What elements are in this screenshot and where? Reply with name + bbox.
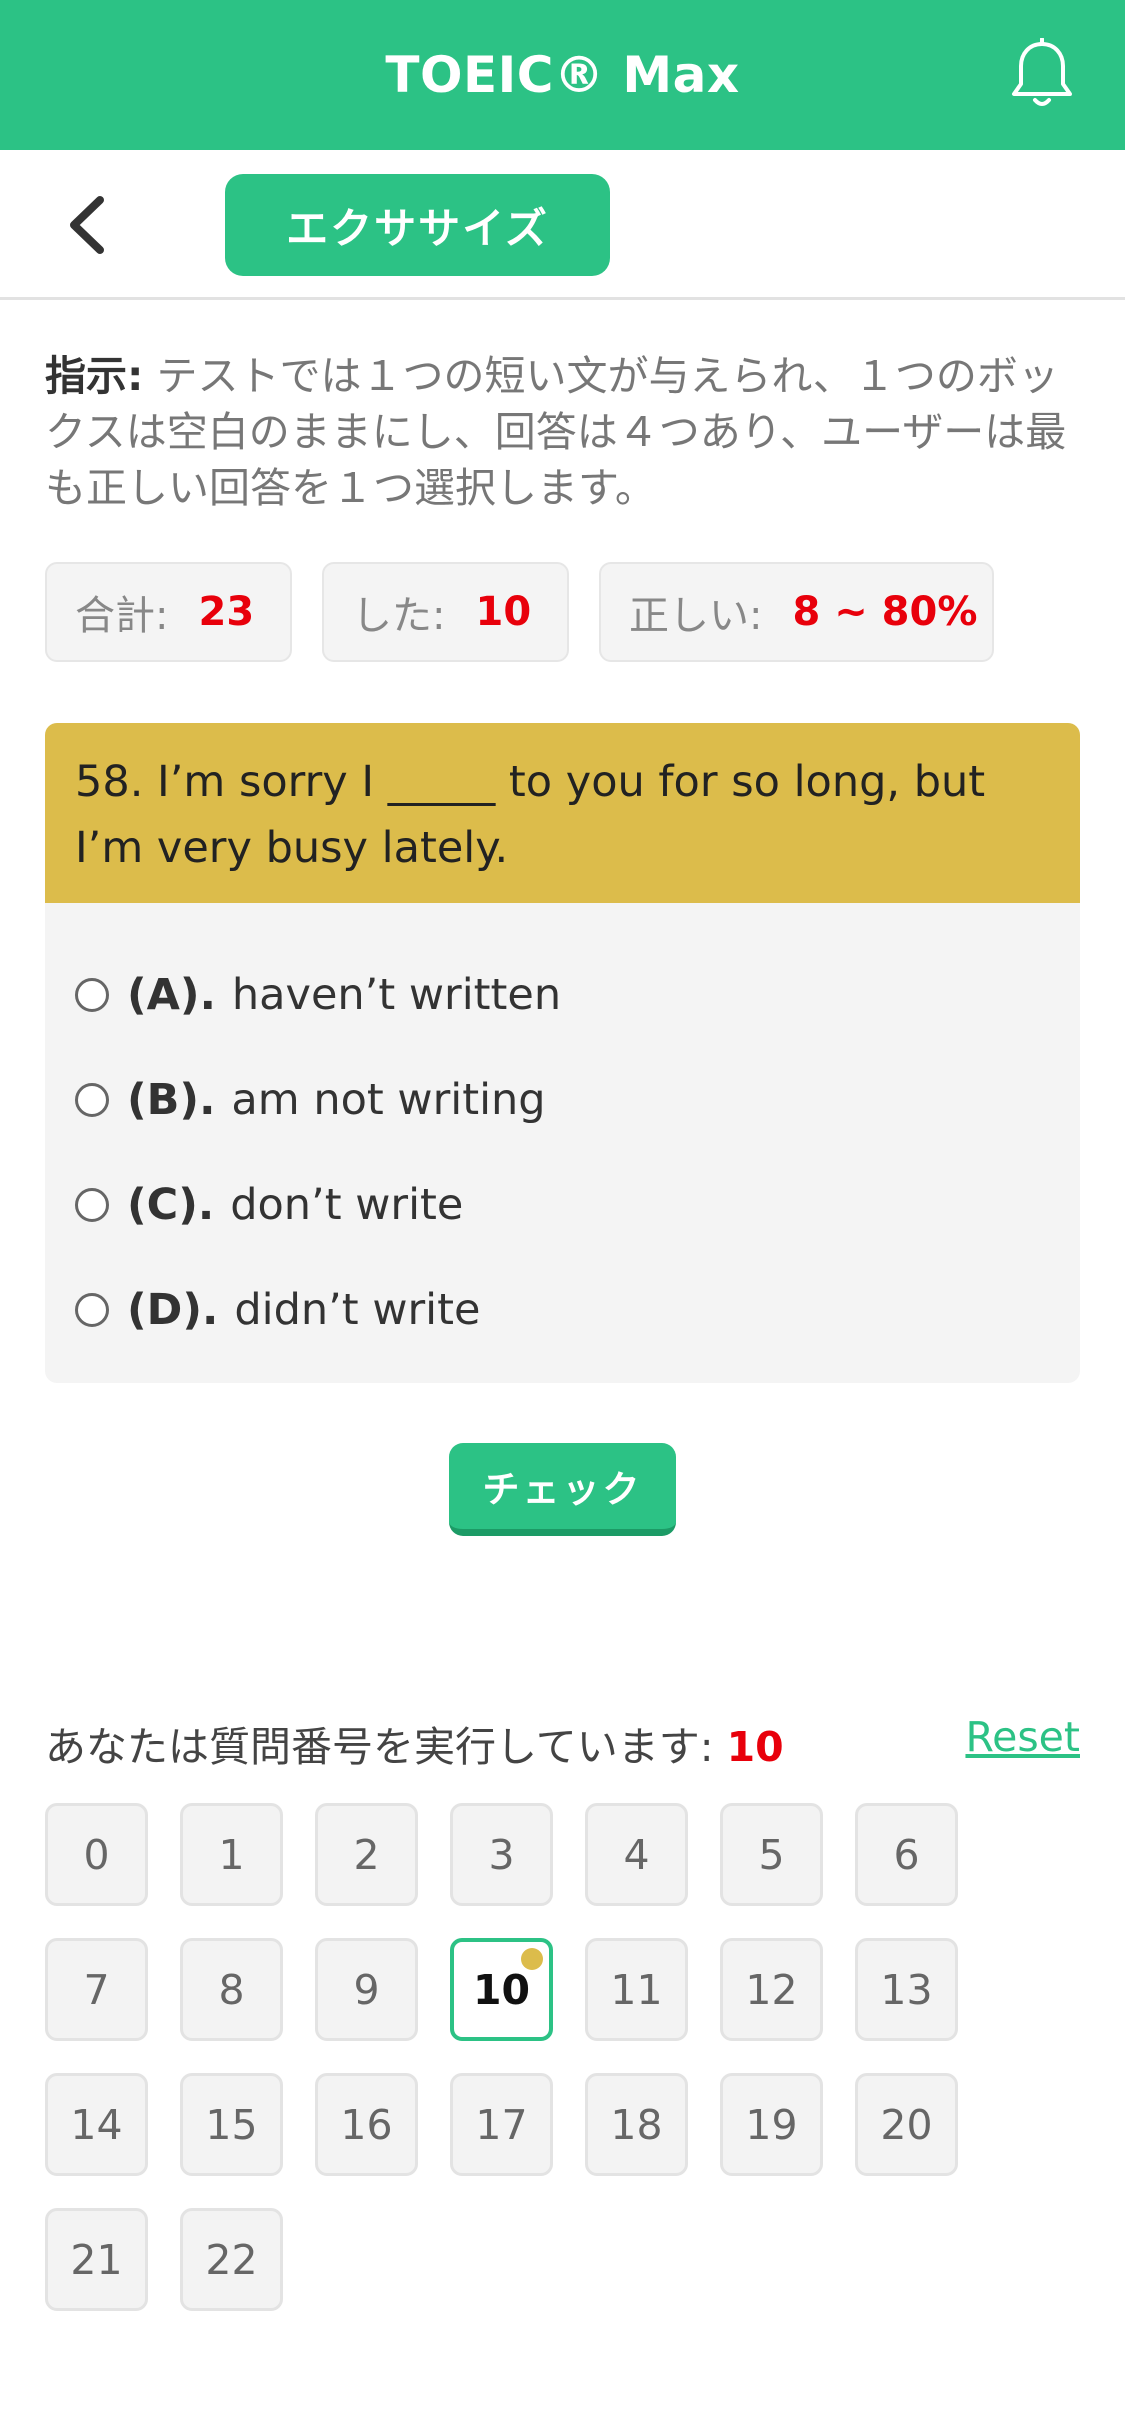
question-number-button[interactable]: 13: [855, 1938, 958, 2041]
stat-correct-label: 正しい:: [629, 593, 763, 639]
option-d-letter: (D).: [127, 1285, 219, 1335]
option-d-text: didn’t write: [234, 1285, 481, 1335]
question-number-button[interactable]: 18: [585, 2073, 688, 2176]
question-number-button[interactable]: 5: [720, 1803, 823, 1906]
radio-c[interactable]: [75, 1188, 109, 1222]
question-number-button[interactable]: 0: [45, 1803, 148, 1906]
radio-b[interactable]: [75, 1083, 109, 1117]
question-number-button[interactable]: 6: [855, 1803, 958, 1906]
option-c-letter: (C).: [127, 1180, 215, 1230]
instruction-text: 指示: テストでは１つの短い文が与えられ、１つのボックスは空白のままにし、回答は…: [45, 348, 1085, 516]
question-number-label: 10: [472, 1965, 531, 2014]
question-number-button[interactable]: 17: [450, 2073, 553, 2176]
sub-header: エクササイズ: [0, 150, 1125, 300]
question-number-button[interactable]: 2: [315, 1803, 418, 1906]
radio-d[interactable]: [75, 1293, 109, 1327]
stat-done: した: 10: [322, 562, 569, 662]
option-c-text: don’t write: [230, 1180, 464, 1230]
question-number-button[interactable]: 19: [720, 2073, 823, 2176]
chevron-left-icon[interactable]: [60, 192, 120, 258]
question-number-button[interactable]: 8: [180, 1938, 283, 2041]
app-title: TOEIC® Max: [385, 46, 740, 104]
stat-correct-value: 8 ~ 80%: [792, 589, 978, 635]
option-a[interactable]: (A). haven’t written: [75, 965, 561, 1025]
option-c[interactable]: (C). don’t write: [75, 1175, 463, 1235]
question-number-button[interactable]: 22: [180, 2208, 283, 2311]
progress-current: 10: [726, 1723, 784, 1771]
question-number-button-current[interactable]: 10: [450, 1938, 553, 2041]
question-number-button[interactable]: 15: [180, 2073, 283, 2176]
question-number-button[interactable]: 4: [585, 1803, 688, 1906]
option-a-text: haven’t written: [231, 970, 562, 1020]
stat-done-value: 10: [475, 589, 532, 635]
stat-correct: 正しい: 8 ~ 80%: [599, 562, 994, 662]
question-number-button[interactable]: 1: [180, 1803, 283, 1906]
bell-icon[interactable]: [1007, 38, 1077, 112]
progress-label: あなたは質問番号を実行しています: 10: [45, 1713, 784, 1773]
radio-a[interactable]: [75, 978, 109, 1012]
question-number-button[interactable]: 20: [855, 2073, 958, 2176]
question-number-button[interactable]: 21: [45, 2208, 148, 2311]
current-marker-dot: [521, 1948, 543, 1970]
question-number-button[interactable]: 7: [45, 1938, 148, 2041]
question-number-button[interactable]: 9: [315, 1938, 418, 2041]
stat-total-value: 23: [198, 589, 255, 635]
option-b-text: am not writing: [231, 1075, 546, 1125]
question-number-button[interactable]: 14: [45, 2073, 148, 2176]
question-number-button[interactable]: 3: [450, 1803, 553, 1906]
app-header: TOEIC® Max: [0, 0, 1125, 150]
instruction-body: テストでは１つの短い文が与えられ、１つのボックスは空白のままにし、回答は４つあり…: [45, 352, 1067, 512]
option-a-letter: (A).: [127, 970, 216, 1020]
stat-done-label: した:: [352, 593, 446, 639]
stat-total: 合計: 23: [45, 562, 292, 662]
tab-exercise[interactable]: エクササイズ: [225, 174, 610, 276]
question-number-button[interactable]: 16: [315, 2073, 418, 2176]
question-card: 58. I’m sorry I _____ to you for so long…: [45, 723, 1080, 1383]
check-button[interactable]: チェック: [449, 1443, 676, 1536]
question-number-button[interactable]: 12: [720, 1938, 823, 2041]
stat-total-label: 合計:: [75, 593, 169, 639]
option-b-letter: (B).: [127, 1075, 216, 1125]
reset-link[interactable]: Reset: [965, 1713, 1080, 1761]
option-b[interactable]: (B). am not writing: [75, 1070, 546, 1130]
question-text: 58. I’m sorry I _____ to you for so long…: [45, 723, 1080, 903]
option-d[interactable]: (D). didn’t write: [75, 1280, 480, 1340]
instruction-label: 指示:: [45, 352, 144, 400]
question-number-button[interactable]: 11: [585, 1938, 688, 2041]
progress-text: あなたは質問番号を実行しています:: [45, 1723, 714, 1771]
